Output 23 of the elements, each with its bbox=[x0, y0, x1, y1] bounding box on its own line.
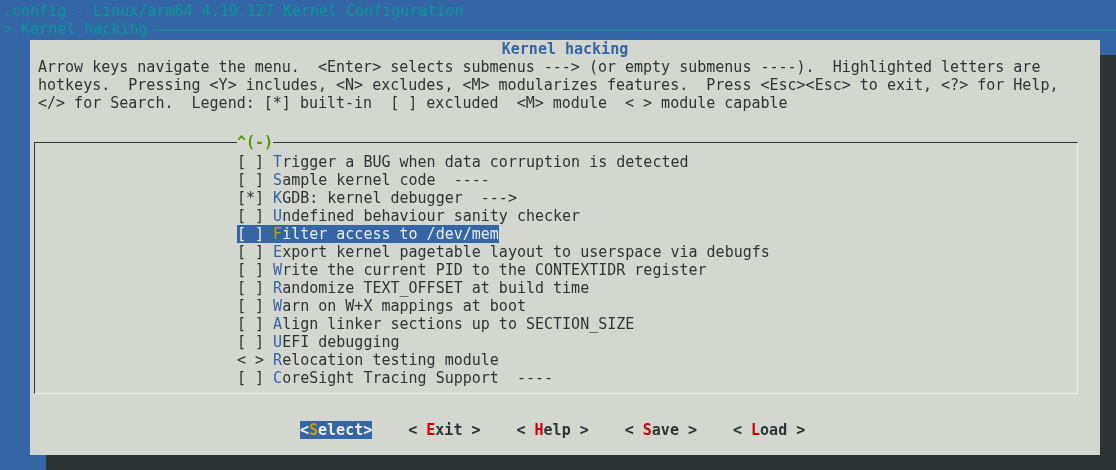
menu-button[interactable]: <Select> bbox=[300, 421, 373, 439]
menu-item[interactable]: [ ] Trigger a BUG when data corruption is detected bbox=[237, 153, 689, 171]
menu-item[interactable]: < > Relocation testing module bbox=[237, 351, 499, 369]
menu-button[interactable]: < Help > bbox=[516, 421, 589, 439]
menu-item[interactable]: [ ] Write the current PID to the CONTEXTIDR register bbox=[237, 261, 707, 279]
menu-item[interactable]: [ ] Warn on W+X mappings at boot bbox=[237, 297, 526, 315]
help-text: </> for Search. Legend: [*] built-in [ ] excluded <M> module < > module capable bbox=[38, 94, 789, 112]
menu-item[interactable]: [ ] CoreSight Tracing Support ---- bbox=[237, 369, 554, 387]
menu-item[interactable]: [ ] Undefined behaviour sanity checker bbox=[237, 207, 581, 225]
scroll-indicator: ^(-) bbox=[237, 133, 274, 151]
menu-button[interactable]: < Exit > bbox=[408, 421, 481, 439]
menu-item[interactable]: [ ] Randomize TEXT_OFFSET at build time bbox=[237, 279, 590, 297]
menu-item[interactable]: [*] KGDB: kernel debugger ---> bbox=[237, 189, 517, 207]
menu-item[interactable]: [ ] Sample kernel code ---- bbox=[237, 171, 490, 189]
menu-item[interactable]: [ ] Export kernel pagetable layout to userspace via debugfs bbox=[237, 243, 770, 261]
dialog-title: Kernel hacking bbox=[501, 40, 629, 58]
menu-button[interactable]: < Load > bbox=[733, 421, 806, 439]
help-text: Arrow keys navigate the menu. <Enter> selects submenus ---> (or empty submenus ----). Highlighted letters are bbox=[38, 58, 1042, 76]
help-text: hotkeys. Pressing <Y> includes, <N> excludes, <M> modularizes features. Press <Esc><Esc> to exit, <?> for Help, bbox=[38, 76, 1060, 94]
menu-button[interactable]: < Save > bbox=[624, 421, 697, 439]
menu-item[interactable]: [ ] Align linker sections up to SECTION_SIZE bbox=[237, 315, 635, 333]
menu-item[interactable]: [ ] Filter access to /dev/mem bbox=[237, 225, 499, 243]
menu-item[interactable]: [ ] UEFI debugging bbox=[237, 333, 400, 351]
